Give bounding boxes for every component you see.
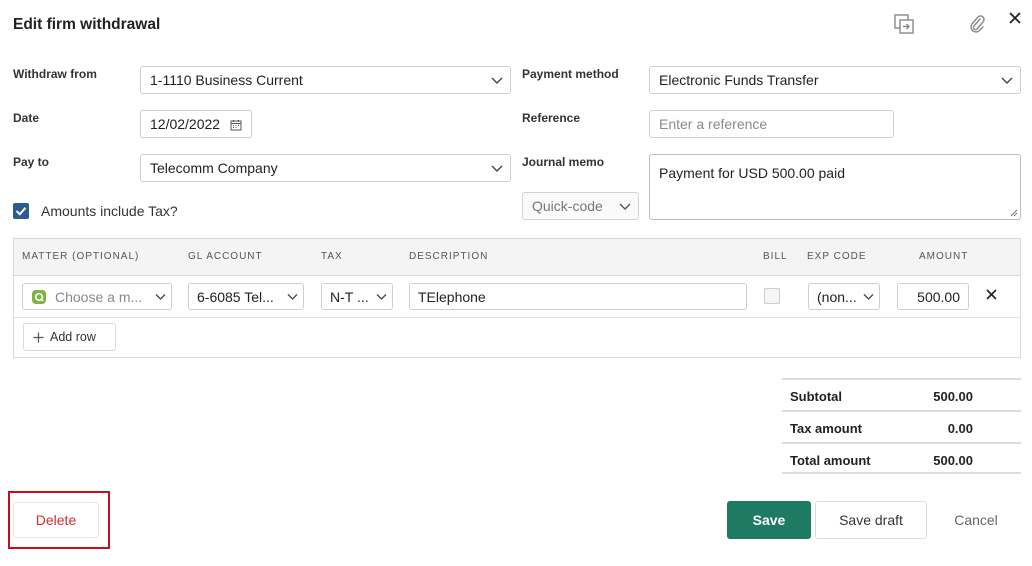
add-row-button[interactable]: Add row <box>23 323 116 351</box>
matter-select[interactable]: Choose a m... <box>22 283 172 310</box>
description-input[interactable]: TElephone <box>409 283 747 310</box>
col-amount: AMOUNT <box>919 251 969 262</box>
col-exp-code: EXP CODE <box>807 251 867 262</box>
subtotal-value: 500.00 <box>933 389 973 404</box>
tax-value: N-T ... <box>330 288 369 305</box>
duplicate-icon[interactable] <box>893 13 915 35</box>
date-field[interactable]: 12/02/2022 <box>140 110 252 138</box>
chevron-down-icon <box>619 203 631 210</box>
journal-memo-label: Journal memo <box>522 155 605 169</box>
total-amount-row: Total amount 500.00 <box>782 442 1021 474</box>
check-icon <box>15 207 27 216</box>
exp-code-value: (non... <box>817 288 857 305</box>
pay-to-label: Pay to <box>13 155 50 169</box>
chevron-down-icon <box>155 294 166 300</box>
reference-label: Reference <box>522 111 581 125</box>
col-description: DESCRIPTION <box>409 251 489 262</box>
col-gl-account: GL ACCOUNT <box>188 251 263 262</box>
quick-code-value: Quick-code <box>532 198 603 214</box>
delete-button[interactable]: Delete <box>13 502 99 538</box>
payment-method-label: Payment method <box>522 67 619 81</box>
matter-logo-icon <box>32 289 46 304</box>
dialog-title: Edit firm withdrawal <box>13 16 161 33</box>
journal-memo-value: Payment for USD 500.00 paid <box>659 165 845 181</box>
gl-account-select[interactable]: 6-6085 Tel... <box>188 283 304 310</box>
remove-row-icon[interactable] <box>985 288 998 301</box>
amount-input[interactable]: 500.00 <box>897 283 969 310</box>
withdraw-from-select[interactable]: 1-1110 Business Current <box>140 66 511 94</box>
save-button[interactable]: Save <box>727 501 811 539</box>
chevron-down-icon <box>491 77 503 84</box>
withdraw-from-value: 1-1110 Business Current <box>150 72 303 88</box>
payment-method-select[interactable]: Electronic Funds Transfer <box>649 66 1021 94</box>
tax-amount-row: Tax amount 0.00 <box>782 410 1021 442</box>
close-icon[interactable] <box>1007 10 1023 26</box>
date-label: Date <box>13 111 40 125</box>
cancel-button[interactable]: Cancel <box>936 501 1016 539</box>
reference-input[interactable]: Enter a reference <box>649 110 894 138</box>
add-row-label: Add row <box>50 330 96 344</box>
tax-amount-value: 0.00 <box>947 421 973 436</box>
journal-memo-textarea[interactable]: Payment for USD 500.00 paid <box>649 154 1021 220</box>
row-divider <box>14 317 1020 318</box>
chevron-down-icon <box>1001 77 1013 84</box>
paperclip-icon[interactable] <box>968 14 986 34</box>
total-amount-label: Total amount <box>790 453 871 468</box>
col-tax: TAX <box>321 251 343 262</box>
calendar-icon[interactable] <box>230 119 242 131</box>
total-amount-value: 500.00 <box>933 453 973 468</box>
amounts-include-tax-label: Amounts include Tax? <box>41 203 178 219</box>
gl-account-value: 6-6085 Tel... <box>197 288 274 305</box>
chevron-down-icon <box>376 294 387 300</box>
subtotal-label: Subtotal <box>790 389 842 404</box>
date-value: 12/02/2022 <box>150 116 221 132</box>
plus-icon <box>33 332 44 342</box>
pay-to-value: Telecomm Company <box>150 160 278 176</box>
bill-checkbox[interactable] <box>764 288 780 304</box>
reference-placeholder: Enter a reference <box>659 116 768 132</box>
chevron-down-icon <box>287 294 298 300</box>
pay-to-select[interactable]: Telecomm Company <box>140 154 511 182</box>
totals-panel: Subtotal 500.00 Tax amount 0.00 Total am… <box>782 378 1021 474</box>
resize-grip-icon[interactable] <box>1009 208 1018 217</box>
matter-placeholder: Choose a m... <box>55 288 143 305</box>
amount-value: 500.00 <box>917 288 960 305</box>
exp-code-select[interactable]: (non... <box>808 283 880 310</box>
table-header: MATTER (OPTIONAL) GL ACCOUNT TAX DESCRIP… <box>14 239 1020 276</box>
chevron-down-icon <box>863 294 874 300</box>
tax-select[interactable]: N-T ... <box>321 283 393 310</box>
subtotal-row: Subtotal 500.00 <box>782 378 1021 410</box>
payment-method-value: Electronic Funds Transfer <box>659 72 819 88</box>
withdraw-from-label: Withdraw from <box>13 67 97 81</box>
save-draft-button[interactable]: Save draft <box>815 501 927 539</box>
col-matter: MATTER (OPTIONAL) <box>22 251 140 262</box>
quick-code-select[interactable]: Quick-code <box>522 192 639 220</box>
chevron-down-icon <box>491 165 503 172</box>
description-value: TElephone <box>418 288 486 305</box>
tax-amount-label: Tax amount <box>790 421 862 436</box>
amounts-include-tax-checkbox[interactable] <box>13 203 29 219</box>
line-items-table: MATTER (OPTIONAL) GL ACCOUNT TAX DESCRIP… <box>13 238 1021 358</box>
col-bill: BILL <box>763 251 788 262</box>
